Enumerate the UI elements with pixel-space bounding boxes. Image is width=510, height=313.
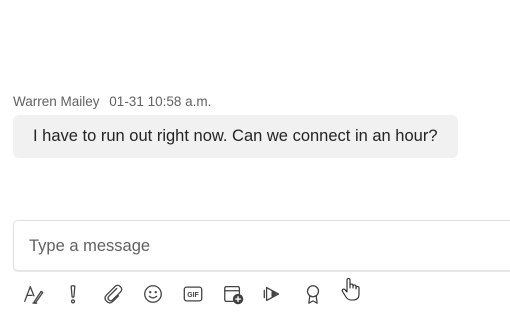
format-button[interactable] xyxy=(20,281,46,307)
schedule-meeting-icon xyxy=(224,286,244,305)
important-icon xyxy=(70,285,76,304)
stream-button[interactable] xyxy=(260,281,286,307)
message-header: Warren Mailey 01-31 10:58 a.m. xyxy=(13,94,211,109)
attach-icon xyxy=(104,284,123,304)
attach-button[interactable] xyxy=(100,281,126,307)
stream-icon xyxy=(263,286,280,302)
message-timestamp: 01-31 10:58 a.m. xyxy=(109,94,212,109)
emoji-icon xyxy=(144,285,162,303)
message-bubble[interactable]: I have to run out right now. Can we conn… xyxy=(13,115,458,158)
gif-icon: GIF xyxy=(183,286,203,302)
chat-pane: Warren Mailey 01-31 10:58 a.m. I have to… xyxy=(0,0,510,313)
gif-label: GIF xyxy=(187,292,198,299)
schedule-meeting-button[interactable] xyxy=(220,281,246,307)
compose-box[interactable] xyxy=(13,220,510,272)
message-input[interactable] xyxy=(29,234,489,258)
important-button[interactable] xyxy=(60,281,86,307)
praise-button[interactable] xyxy=(300,281,326,307)
format-icon xyxy=(24,286,44,304)
praise-icon xyxy=(306,285,320,304)
hand-cursor-icon xyxy=(341,277,360,301)
emoji-button[interactable] xyxy=(140,281,166,307)
gif-button[interactable]: GIF xyxy=(180,281,206,307)
sender-name: Warren Mailey xyxy=(13,94,100,109)
